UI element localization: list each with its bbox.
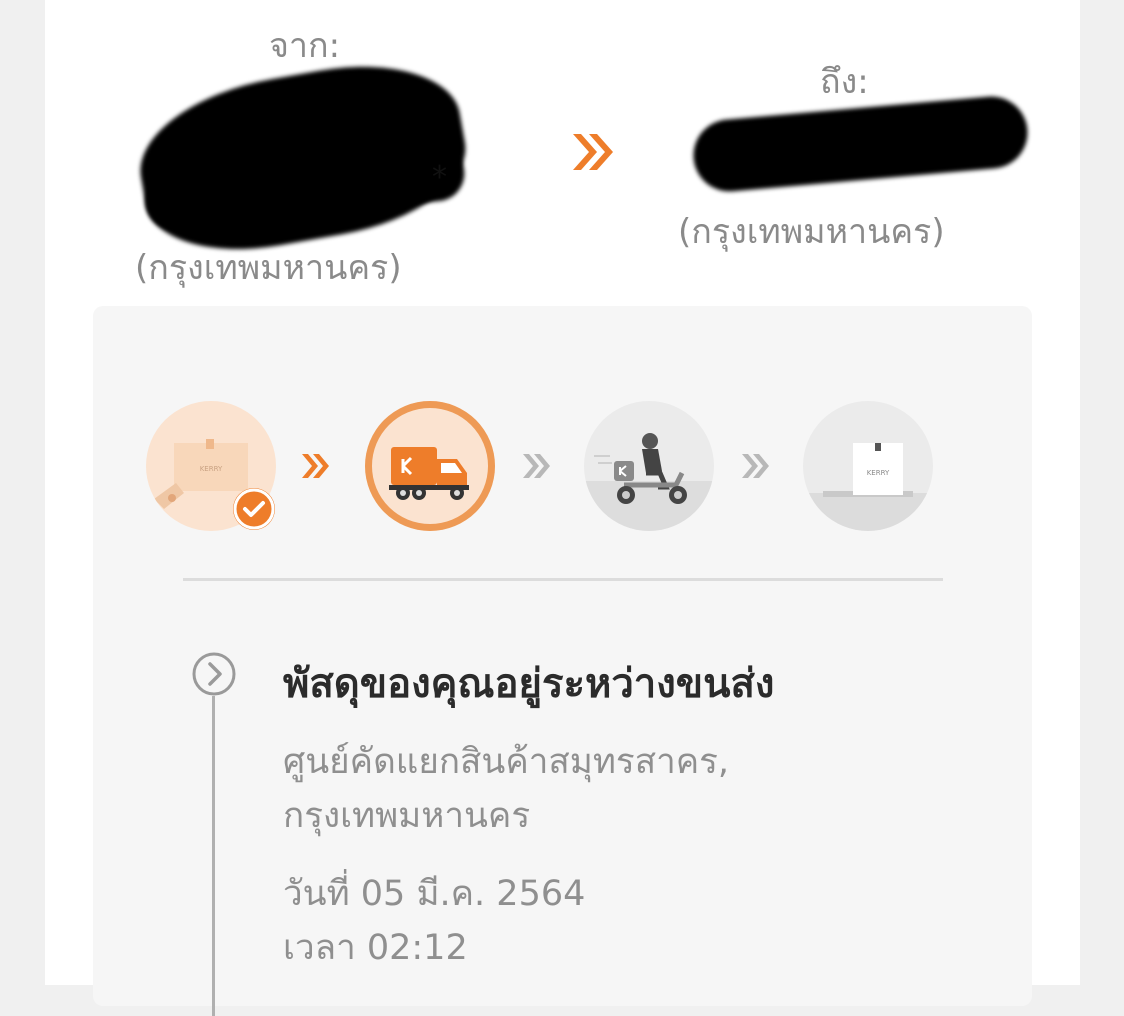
timeline-line [212, 696, 215, 1016]
status-date: วันที่ 05 มี.ค. 2564 [283, 874, 586, 914]
step-out-for-delivery [584, 401, 714, 531]
step-arrow-icon [523, 454, 550, 478]
step-arrow-icon [302, 454, 329, 478]
step-arrow-icon [742, 454, 769, 478]
step-in-transit [365, 401, 495, 531]
svg-text:KERRY: KERRY [200, 465, 223, 473]
tracking-panel: KERRY KERRY พัสดุของคุณอยู่ระหว่างขนส่ง … [93, 306, 1032, 1016]
chevron-right-circle-icon [192, 652, 236, 696]
from-province: (กรุงเทพมหานคร) [135, 248, 402, 288]
to-label: ถึง: [820, 62, 869, 102]
status-time: เวลา 02:12 [283, 928, 468, 968]
step-complete-badge [233, 488, 275, 530]
svg-text:KERRY: KERRY [867, 469, 890, 477]
delivered-box-icon: KERRY [803, 443, 933, 531]
to-province: (กรุงเทพมหานคร) [678, 212, 945, 252]
status-title: พัสดุของคุณอยู่ระหว่างขนส่ง [283, 661, 775, 707]
status-location-line1: ศูนย์คัดแยกสินค้าสมุทรสาคร, [283, 742, 730, 782]
tracking-card: จาก: * (กรุงเทพมหานคร) ถึง: (กรุงเทพมหาน… [45, 0, 1080, 1016]
recipient-name-redacted [690, 93, 1031, 195]
sender-asterisk: * [432, 160, 447, 195]
status-location-line2: กรุงเทพมหานคร [283, 796, 531, 836]
check-icon [233, 488, 275, 530]
step-delivered: KERRY [803, 401, 933, 531]
progress-divider [183, 578, 943, 581]
direction-arrow-icon [573, 134, 613, 170]
from-label: จาก: [269, 26, 341, 66]
scooter-courier-icon [584, 433, 714, 531]
delivery-truck-icon [389, 447, 469, 500]
